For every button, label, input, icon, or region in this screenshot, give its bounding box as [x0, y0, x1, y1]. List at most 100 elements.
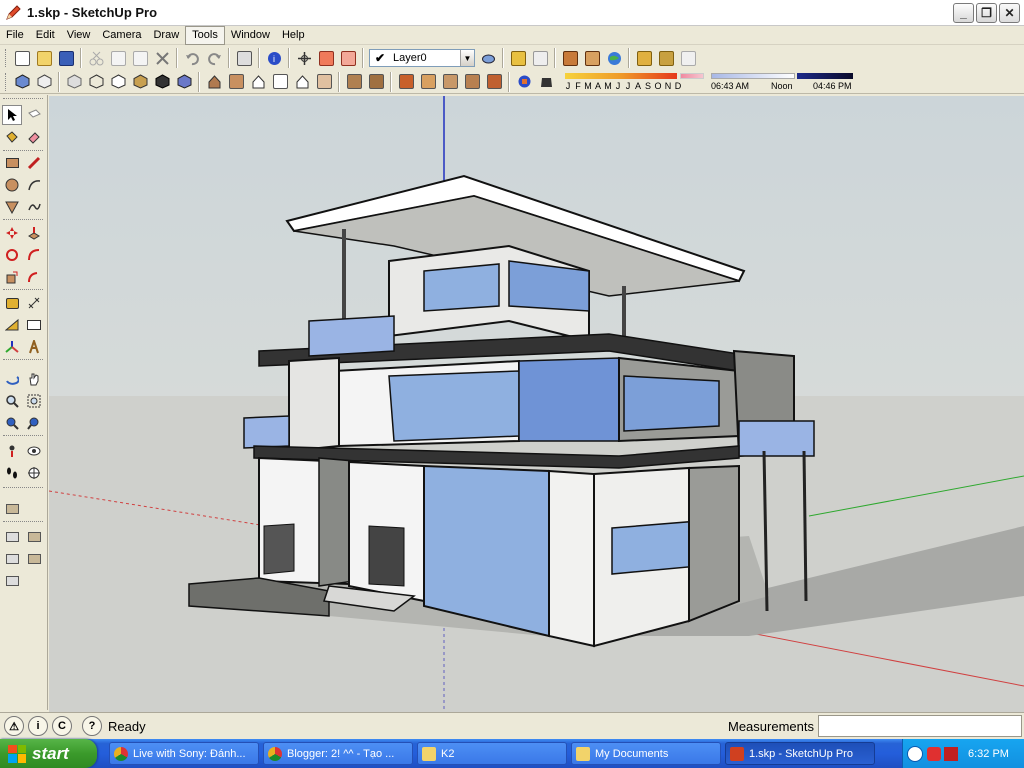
tape-measure-icon[interactable]	[2, 293, 22, 313]
make-component-icon[interactable]	[24, 105, 44, 125]
circle-icon[interactable]	[2, 175, 22, 195]
sandbox-contours-icon[interactable]	[343, 71, 365, 93]
sandbox-scratch-icon[interactable]	[365, 71, 387, 93]
add-location-icon[interactable]	[559, 47, 581, 69]
solid-subtract-icon[interactable]	[24, 527, 44, 547]
restore-button[interactable]: ❐	[976, 3, 997, 23]
layer-manager-icon[interactable]	[477, 47, 499, 69]
zoom-magnifier-icon[interactable]	[2, 391, 22, 411]
freehand-icon[interactable]	[24, 197, 44, 217]
section-plane-tool-icon[interactable]	[24, 463, 44, 483]
start-button[interactable]: start	[0, 739, 97, 768]
paint-bucket-icon[interactable]	[2, 127, 22, 147]
scale-icon[interactable]	[2, 267, 22, 287]
shadow-settings-icon[interactable]	[513, 71, 535, 93]
taskbar-item-sketchup[interactable]: 1.skp - SketchUp Pro	[725, 742, 875, 765]
get-models-icon[interactable]	[507, 47, 529, 69]
orbit-icon[interactable]	[2, 369, 22, 389]
rectangle-icon[interactable]	[2, 153, 22, 173]
pan-hand-icon[interactable]	[24, 369, 44, 389]
components-icon[interactable]	[633, 47, 655, 69]
stamp-icon[interactable]	[417, 71, 439, 93]
menu-view[interactable]: View	[61, 26, 97, 45]
time-slider[interactable]	[711, 72, 795, 79]
open-folder-icon[interactable]	[33, 47, 55, 69]
left-house-icon[interactable]	[313, 71, 335, 93]
solid-trim-icon[interactable]	[24, 549, 44, 569]
layer-dropdown[interactable]: ✔ Layer0 ▼	[369, 49, 475, 67]
taskbar-item-my-documents[interactable]: My Documents	[571, 742, 721, 765]
zoom-window-icon[interactable]	[24, 391, 44, 411]
show-hidden-icons-chevron-icon[interactable]	[907, 745, 923, 762]
dimension-icon[interactable]	[24, 293, 44, 313]
cut-icon[interactable]	[85, 47, 107, 69]
menu-help[interactable]: Help	[276, 26, 311, 45]
menu-camera[interactable]: Camera	[96, 26, 147, 45]
solid-union-icon[interactable]	[2, 527, 22, 547]
share-model-icon[interactable]	[529, 47, 551, 69]
copyright-icon[interactable]: C	[52, 716, 72, 736]
month-slider[interactable]	[565, 72, 677, 79]
hidden-line-icon[interactable]	[107, 71, 129, 93]
print-icon[interactable]	[233, 47, 255, 69]
menu-file[interactable]: File	[0, 26, 30, 45]
drawing-viewport[interactable]	[49, 96, 1024, 712]
xray-icon[interactable]	[63, 71, 85, 93]
menu-window[interactable]: Window	[225, 26, 276, 45]
flip-edge-icon[interactable]	[483, 71, 505, 93]
front-house-icon[interactable]	[247, 71, 269, 93]
section-display-icon[interactable]	[337, 47, 359, 69]
menu-tools[interactable]: Tools	[185, 25, 225, 45]
rotate-icon[interactable]	[2, 245, 22, 265]
move-icon[interactable]	[2, 223, 22, 243]
position-camera-icon[interactable]	[2, 441, 22, 461]
wireframe-icon[interactable]	[85, 71, 107, 93]
minimize-button[interactable]: _	[953, 3, 974, 23]
model-info-icon[interactable]: i	[263, 47, 285, 69]
clock[interactable]: 6:32 PM	[968, 748, 1009, 760]
geo-location-icon[interactable]: ⚠	[4, 716, 24, 736]
back-house-icon[interactable]	[291, 71, 313, 93]
solid-split-icon[interactable]	[2, 571, 22, 591]
protractor-icon[interactable]	[2, 315, 22, 335]
menu-edit[interactable]: Edit	[30, 26, 61, 45]
select-arrow-icon[interactable]	[2, 105, 22, 125]
arc-icon[interactable]	[24, 175, 44, 195]
shadow-date-time-panel[interactable]: JFMAMJJASOND 06:43 AM Noon 04:46 PM	[563, 71, 855, 93]
new-file-icon[interactable]	[11, 47, 33, 69]
iso-house-icon[interactable]	[203, 71, 225, 93]
axes-icon[interactable]	[2, 337, 22, 357]
dropdown-arrow-icon[interactable]: ▼	[460, 50, 474, 66]
push-pull-icon[interactable]	[24, 223, 44, 243]
copy-icon[interactable]	[107, 47, 129, 69]
iso-view-icon[interactable]	[11, 71, 33, 93]
save-icon[interactable]	[55, 47, 77, 69]
close-button[interactable]: ✕	[999, 3, 1020, 23]
help-icon[interactable]: ?	[82, 716, 102, 736]
redo-icon[interactable]	[203, 47, 225, 69]
taskbar-item-chrome-sony[interactable]: Live with Sony: Đánh...	[109, 742, 259, 765]
top-house-icon[interactable]	[225, 71, 247, 93]
3d-text-icon[interactable]	[24, 337, 44, 357]
taskbar-item-k2-folder[interactable]: K2	[417, 742, 567, 765]
monochrome-icon[interactable]	[173, 71, 195, 93]
google-earth-icon[interactable]	[603, 47, 625, 69]
warehouse-icon[interactable]	[677, 47, 699, 69]
credits-icon[interactable]: i	[28, 716, 48, 736]
polygon-icon[interactable]	[2, 197, 22, 217]
line-pencil-icon[interactable]	[24, 153, 44, 173]
materials-icon[interactable]	[655, 47, 677, 69]
orbit-move-icon[interactable]	[293, 47, 315, 69]
text-tool-icon[interactable]	[24, 315, 44, 335]
antivirus-icon[interactable]	[927, 746, 941, 761]
eraser-icon[interactable]	[24, 127, 44, 147]
display-shadows-icon[interactable]	[535, 71, 557, 93]
menu-draw[interactable]: Draw	[147, 26, 185, 45]
toggle-terrain-icon[interactable]	[581, 47, 603, 69]
drape-icon[interactable]	[439, 71, 461, 93]
offset-icon[interactable]	[24, 267, 44, 287]
group-box-icon[interactable]	[2, 499, 22, 519]
tray-app-v-icon[interactable]	[944, 746, 958, 761]
undo-icon[interactable]	[181, 47, 203, 69]
smoove-icon[interactable]	[395, 71, 417, 93]
